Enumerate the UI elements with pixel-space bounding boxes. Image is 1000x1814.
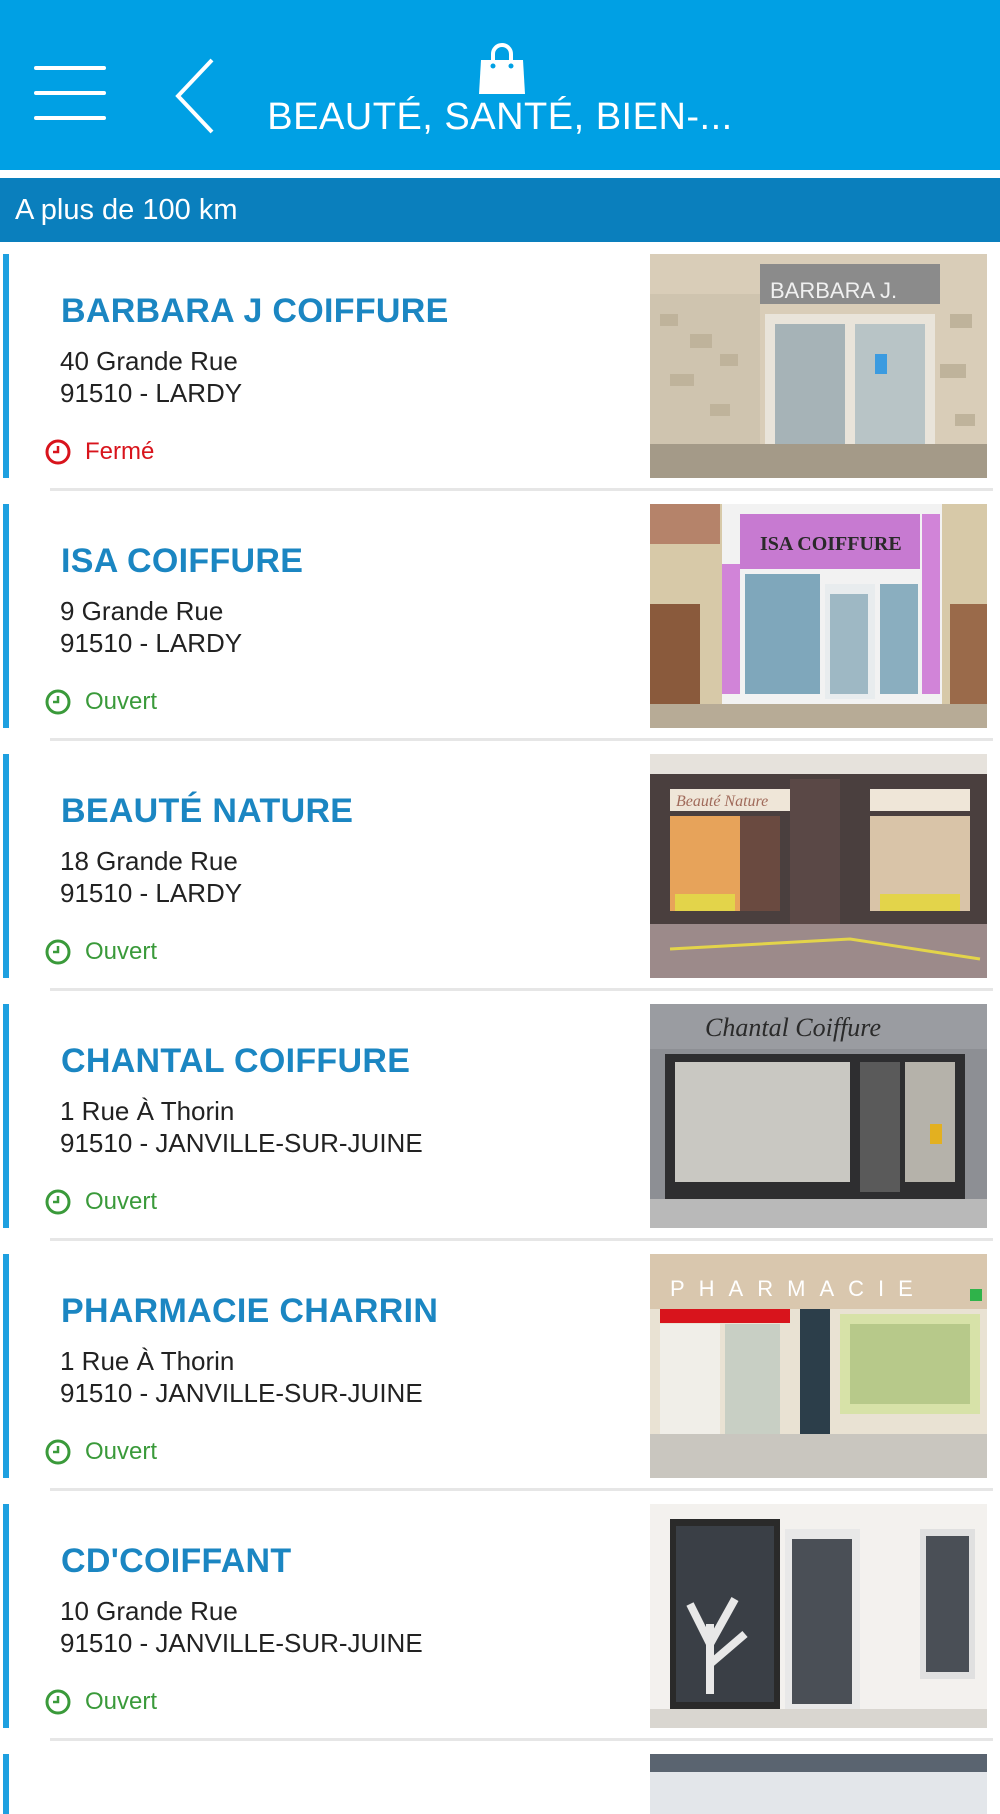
status-text: Ouvert <box>85 688 158 715</box>
shop-name[interactable]: BEAUTÉ NATURE <box>61 792 353 831</box>
shop-name[interactable]: CHANTAL COIFFURE <box>61 1042 410 1081</box>
card-accent-bar <box>3 1504 9 1728</box>
page-title: BEAUTÉ, SANTÉ, BIEN-... <box>267 96 733 138</box>
shop-photo[interactable]: PHARMACIE <box>650 1254 987 1478</box>
shop-photo[interactable] <box>650 1754 987 1814</box>
photo-sign-text: PHARMACIE <box>670 1276 927 1301</box>
card-divider <box>50 988 993 991</box>
shop-list: BARBARA J COIFFURE 40 Grande Rue 91510 -… <box>0 250 1000 1814</box>
shop-name[interactable]: PHARMACIE CHARRIN <box>61 1292 438 1331</box>
status-text: Fermé <box>85 438 155 465</box>
card-divider <box>50 1238 993 1241</box>
shop-street: 9 Grande Rue <box>60 596 224 626</box>
shop-street: 1 Rue À Thorin <box>60 1096 235 1126</box>
card-divider <box>50 1488 993 1491</box>
shop-city: 91510 - JANVILLE-SUR-JUINE <box>60 1128 423 1158</box>
shop-card[interactable]: CHANTAL COIFFURE 1 Rue À Thorin 91510 - … <box>0 1000 1000 1250</box>
shop-street: 40 Grande Rue <box>60 346 238 376</box>
chevron-left-icon[interactable] <box>172 56 222 136</box>
clock-icon <box>45 1189 71 1215</box>
clock-icon <box>45 689 71 715</box>
clock-icon <box>45 1439 71 1465</box>
header-divider <box>0 170 1000 178</box>
status-text: Ouvert <box>85 1688 158 1715</box>
status-badge: Fermé <box>45 438 154 466</box>
shop-card[interactable]: BEAUTÉ NATURE 18 Grande Rue 91510 - LARD… <box>0 750 1000 1000</box>
shopping-bag-icon <box>475 42 529 96</box>
card-divider <box>50 1738 993 1741</box>
photo-sign-text: Chantal Coiffure <box>705 1013 881 1042</box>
status-badge: Ouvert <box>45 1688 157 1716</box>
card-accent-bar <box>3 1754 9 1814</box>
status-badge: Ouvert <box>45 938 157 966</box>
shop-card[interactable] <box>0 1750 1000 1814</box>
clock-icon <box>45 439 71 465</box>
clock-icon <box>45 939 71 965</box>
card-accent-bar <box>3 1254 9 1478</box>
status-text: Ouvert <box>85 1438 158 1465</box>
shop-city: 91510 - LARDY <box>60 628 243 658</box>
shop-street: 10 Grande Rue <box>60 1596 238 1626</box>
status-text: Ouvert <box>85 1188 158 1215</box>
shop-photo[interactable]: Beauté Nature <box>650 754 987 978</box>
shop-name[interactable]: CD'COIFFANT <box>61 1542 291 1581</box>
shop-city: 91510 - JANVILLE-SUR-JUINE <box>60 1378 423 1408</box>
card-accent-bar <box>3 504 9 728</box>
distance-section-header: A plus de 100 km <box>0 178 1000 242</box>
shop-photo[interactable] <box>650 1504 987 1728</box>
status-badge: Ouvert <box>45 1188 157 1216</box>
app-header: BEAUTÉ, SANTÉ, BIEN-... <box>0 0 1000 170</box>
shop-city: 91510 - JANVILLE-SUR-JUINE <box>60 1628 423 1658</box>
shop-photo[interactable]: Chantal Coiffure <box>650 1004 987 1228</box>
shop-card[interactable]: CD'COIFFANT 10 Grande Rue 91510 - JANVIL… <box>0 1500 1000 1750</box>
shop-name[interactable]: BARBARA J COIFFURE <box>61 292 449 331</box>
shop-street: 1 Rue À Thorin <box>60 1346 235 1376</box>
card-divider <box>50 738 993 741</box>
status-text: Ouvert <box>85 938 158 965</box>
photo-sign-text: BARBARA J. <box>770 278 897 303</box>
shop-street: 18 Grande Rue <box>60 846 238 876</box>
clock-icon <box>45 1689 71 1715</box>
shop-city: 91510 - LARDY <box>60 878 243 908</box>
shop-city: 91510 - LARDY <box>60 378 243 408</box>
photo-sign-text: Beauté Nature <box>676 793 768 810</box>
hamburger-menu-icon[interactable] <box>34 66 106 124</box>
shop-name[interactable]: ISA COIFFURE <box>61 542 303 581</box>
shop-card[interactable]: BARBARA J COIFFURE 40 Grande Rue 91510 -… <box>0 250 1000 500</box>
shop-photo[interactable]: ISA COIFFURE <box>650 504 987 728</box>
card-accent-bar <box>3 254 9 478</box>
card-divider <box>50 488 993 491</box>
shop-card[interactable]: ISA COIFFURE 9 Grande Rue 91510 - LARDY … <box>0 500 1000 750</box>
shop-card[interactable]: PHARMACIE CHARRIN 1 Rue À Thorin 91510 -… <box>0 1250 1000 1500</box>
status-badge: Ouvert <box>45 1438 157 1466</box>
card-accent-bar <box>3 754 9 978</box>
photo-sign-text: ISA COIFFURE <box>760 533 902 555</box>
status-badge: Ouvert <box>45 688 157 716</box>
card-accent-bar <box>3 1004 9 1228</box>
shop-photo[interactable]: BARBARA J. <box>650 254 987 478</box>
